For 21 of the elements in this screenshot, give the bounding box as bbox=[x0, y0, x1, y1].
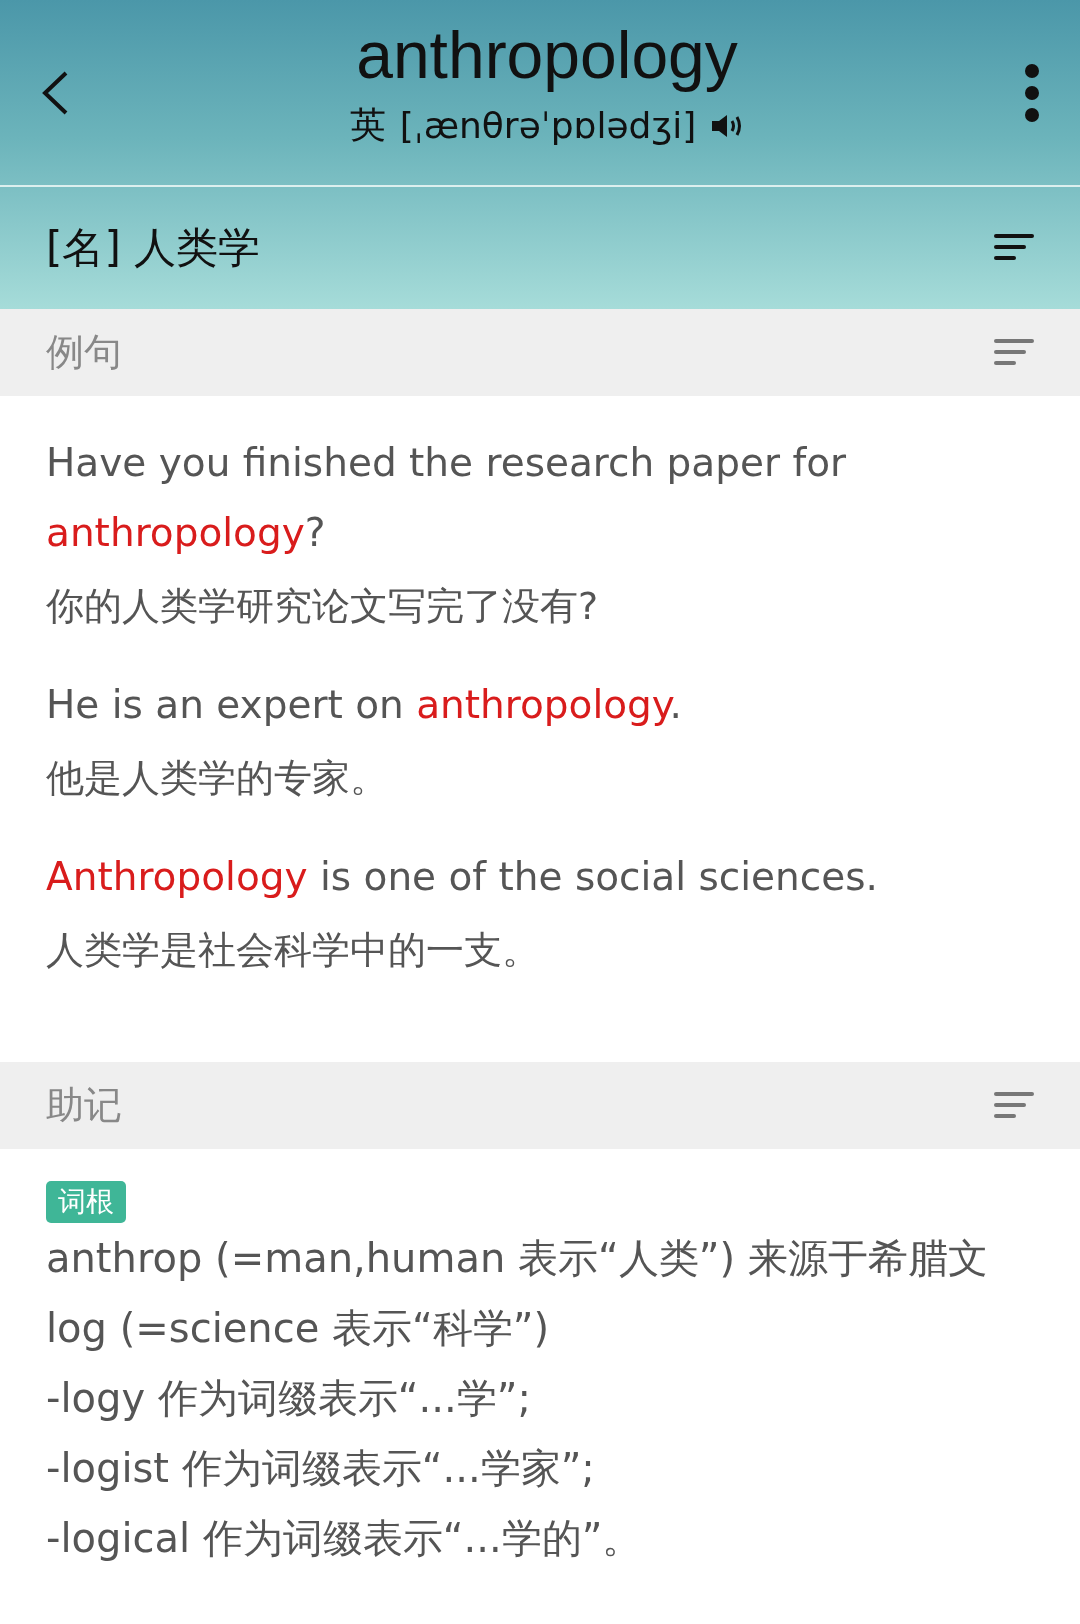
mnemonic-line: -logical 作为词缀表示“...学的”。 bbox=[46, 1514, 644, 1563]
sort-icon[interactable] bbox=[994, 233, 1034, 263]
section-title: 例句 bbox=[46, 329, 122, 376]
mnemonic-line: log (=science 表示“科学”) bbox=[46, 1304, 551, 1353]
headword: anthropology bbox=[356, 17, 738, 94]
back-icon[interactable] bbox=[40, 69, 70, 116]
mnemonic-line: anthrop (=man,human 表示“人类”) 来源于希腊文 bbox=[46, 1234, 989, 1283]
more-icon[interactable] bbox=[1024, 62, 1040, 123]
phonetic-text: [ˌænθrəˈpɒlədʒi] bbox=[399, 105, 697, 146]
phonetic-label: 英 bbox=[349, 103, 386, 147]
definition-text: [名] 人类学 bbox=[46, 222, 261, 274]
section-title: 助记 bbox=[46, 1082, 122, 1129]
example-translation: 他是人类学的专家。 bbox=[46, 755, 389, 802]
mnemonic-line: -logy 作为词缀表示“...学”; bbox=[46, 1374, 532, 1423]
root-tag: 词根 bbox=[46, 1181, 126, 1223]
mnemonic-line: -logist 作为词缀表示“...学家”; bbox=[46, 1444, 596, 1493]
example-sentence: Have you finished the research paper for anthropology? bbox=[46, 439, 848, 557]
example-sentence: He is an expert on anthropology. bbox=[46, 681, 683, 729]
example-translation: 人类学是社会科学中的一支。 bbox=[46, 927, 541, 974]
example-sentence: Anthropology is one of the social sciences. bbox=[46, 853, 879, 901]
example-translation: 你的人类学研究论文写完了没有? bbox=[46, 583, 600, 630]
